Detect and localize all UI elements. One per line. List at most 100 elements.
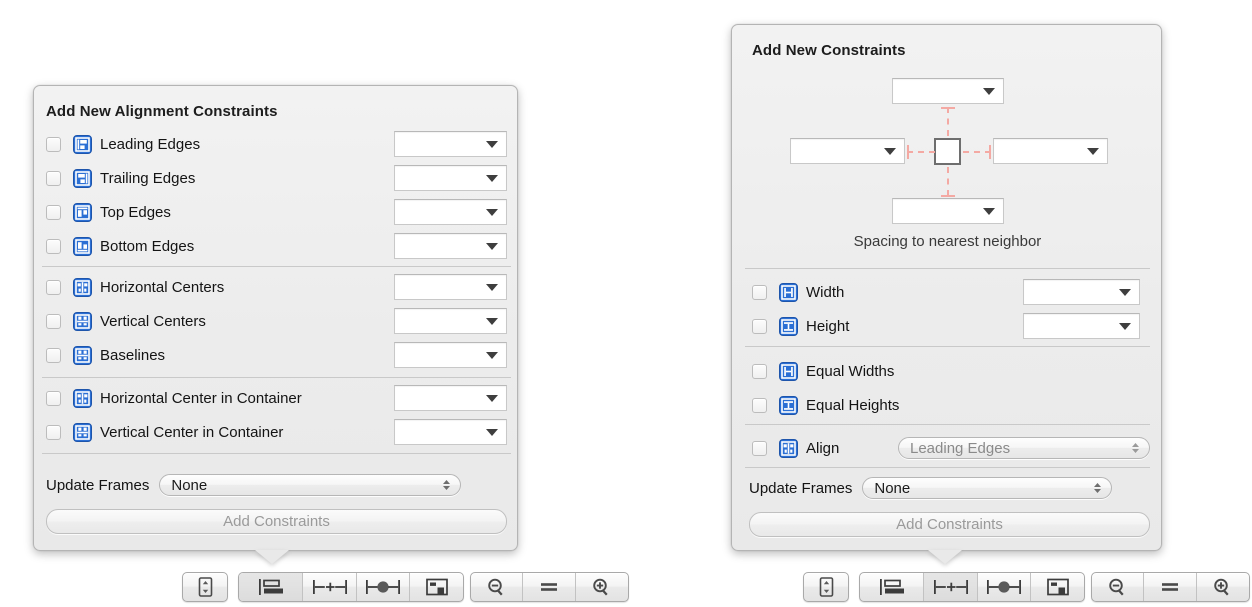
align-baselines-icon: [73, 346, 92, 365]
zoom-in-icon: [1212, 577, 1234, 597]
add-constraints-button[interactable]: Add Constraints: [749, 512, 1150, 537]
chevron-down-icon: [486, 175, 498, 182]
spacing-bottom-combo[interactable]: [892, 198, 1004, 224]
chevron-down-icon: [486, 352, 498, 359]
add-constraints-button[interactable]: Add Constraints: [46, 509, 507, 534]
equal-widths-checkbox[interactable]: [752, 364, 767, 379]
divider: [745, 268, 1150, 269]
constraint-row[interactable]: Trailing Edges: [46, 161, 507, 195]
resizing-behavior-button[interactable]: [1031, 573, 1084, 601]
toolbar-right-layout-group: [859, 572, 1085, 602]
top-edges-value-combo[interactable]: [394, 199, 507, 225]
zoom-actual-button[interactable]: [1144, 573, 1196, 601]
leading-edges-value-combo[interactable]: [394, 131, 507, 157]
constraint-row[interactable]: Vertical Centers: [46, 304, 507, 338]
height-value-combo[interactable]: [1023, 313, 1140, 339]
zoom-equal-icon: [1158, 577, 1182, 597]
left-popover-arrow: [255, 550, 289, 564]
align-checkbox[interactable]: [752, 441, 767, 456]
update-frames-value: None: [160, 477, 207, 494]
horizontal-center-in-container-value-combo[interactable]: [394, 385, 507, 411]
alignment-group-container: Horizontal Center in Container: [46, 381, 507, 449]
row-label: Horizontal Centers: [100, 279, 224, 296]
chevron-down-icon: [486, 243, 498, 250]
stack-view-button[interactable]: [804, 573, 848, 601]
stack-view-button[interactable]: [183, 573, 227, 601]
chevron-down-icon: [1087, 148, 1099, 155]
row-label: Leading Edges: [100, 136, 200, 153]
spacing-bottom-cap: [941, 195, 955, 197]
align-horizontal-centers-icon: [779, 439, 798, 458]
horizontal-centers-value-combo[interactable]: [394, 274, 507, 300]
align-option-popup[interactable]: Leading Edges: [898, 437, 1150, 459]
constraint-row[interactable]: Horizontal Center in Container: [46, 381, 507, 415]
update-frames-popup[interactable]: None: [159, 474, 461, 496]
zoom-out-button[interactable]: [471, 573, 523, 601]
chevron-down-icon: [486, 318, 498, 325]
align-toolbar-icon: [878, 577, 906, 597]
vertical-centers-value-combo[interactable]: [394, 308, 507, 334]
align-row[interactable]: Align Leading Edges: [752, 431, 1150, 465]
horizontal-center-in-container-checkbox[interactable]: [46, 391, 61, 406]
chevron-down-icon: [486, 141, 498, 148]
spacing-reference-square[interactable]: [934, 138, 961, 165]
vertical-center-in-container-value-combo[interactable]: [394, 419, 507, 445]
update-frames-popup[interactable]: None: [862, 477, 1112, 499]
update-frames-label: Update Frames: [749, 480, 852, 497]
divider: [745, 346, 1150, 347]
equal-heights-checkbox[interactable]: [752, 398, 767, 413]
zoom-out-icon: [486, 577, 508, 597]
row-label: Equal Widths: [806, 363, 894, 380]
update-frames-container: Update Frames None: [749, 477, 1112, 499]
align-toolbar-icon: [257, 577, 285, 597]
baselines-checkbox[interactable]: [46, 348, 61, 363]
zoom-in-button[interactable]: [576, 573, 628, 601]
bottom-edges-value-combo[interactable]: [394, 233, 507, 259]
width-checkbox[interactable]: [752, 285, 767, 300]
zoom-equal-icon: [537, 577, 561, 597]
constraint-row[interactable]: Horizontal Centers: [46, 270, 507, 304]
zoom-in-button[interactable]: [1197, 573, 1249, 601]
trailing-edges-checkbox[interactable]: [46, 171, 61, 186]
constraint-row[interactable]: Height: [752, 309, 1150, 343]
toolbar-left-zoom-group: [470, 572, 629, 602]
leading-edges-checkbox[interactable]: [46, 137, 61, 152]
update-frames-container: Update Frames None: [46, 474, 461, 496]
row-label: Height: [806, 318, 849, 335]
height-checkbox[interactable]: [752, 319, 767, 334]
row-label: Trailing Edges: [100, 170, 195, 187]
align-option-value: Leading Edges: [899, 440, 1010, 457]
constraint-row[interactable]: Equal Heights: [752, 388, 1150, 422]
spacing-right-combo[interactable]: [993, 138, 1108, 164]
zoom-actual-button[interactable]: [523, 573, 575, 601]
constraint-row[interactable]: Width: [752, 275, 1150, 309]
zoom-out-button[interactable]: [1092, 573, 1144, 601]
constraint-row[interactable]: Bottom Edges: [46, 229, 507, 263]
align-button[interactable]: [860, 573, 924, 601]
baselines-value-combo[interactable]: [394, 342, 507, 368]
trailing-edges-value-combo[interactable]: [394, 165, 507, 191]
spacing-top-combo[interactable]: [892, 78, 1004, 104]
constraint-row[interactable]: Leading Edges: [46, 127, 507, 161]
stepper-arrows-icon: [442, 477, 451, 493]
bottom-edges-checkbox[interactable]: [46, 239, 61, 254]
height-constraint-icon: [779, 317, 798, 336]
resolve-issues-button[interactable]: [357, 573, 411, 601]
resolve-issues-button[interactable]: [978, 573, 1032, 601]
constraint-row[interactable]: Top Edges: [46, 195, 507, 229]
top-edges-checkbox[interactable]: [46, 205, 61, 220]
constraint-row[interactable]: Vertical Center in Container: [46, 415, 507, 449]
vertical-centers-checkbox[interactable]: [46, 314, 61, 329]
pin-button[interactable]: [924, 573, 978, 601]
width-value-combo[interactable]: [1023, 279, 1140, 305]
spacing-left-combo[interactable]: [790, 138, 905, 164]
pin-button[interactable]: [303, 573, 357, 601]
toolbar-right-zoom-group: [1091, 572, 1250, 602]
resizing-behavior-button[interactable]: [410, 573, 463, 601]
align-button[interactable]: [239, 573, 303, 601]
constraint-row[interactable]: Baselines: [46, 338, 507, 372]
horizontal-centers-checkbox[interactable]: [46, 280, 61, 295]
width-constraint-icon: [779, 283, 798, 302]
constraint-row[interactable]: Equal Widths: [752, 354, 1150, 388]
vertical-center-in-container-checkbox[interactable]: [46, 425, 61, 440]
